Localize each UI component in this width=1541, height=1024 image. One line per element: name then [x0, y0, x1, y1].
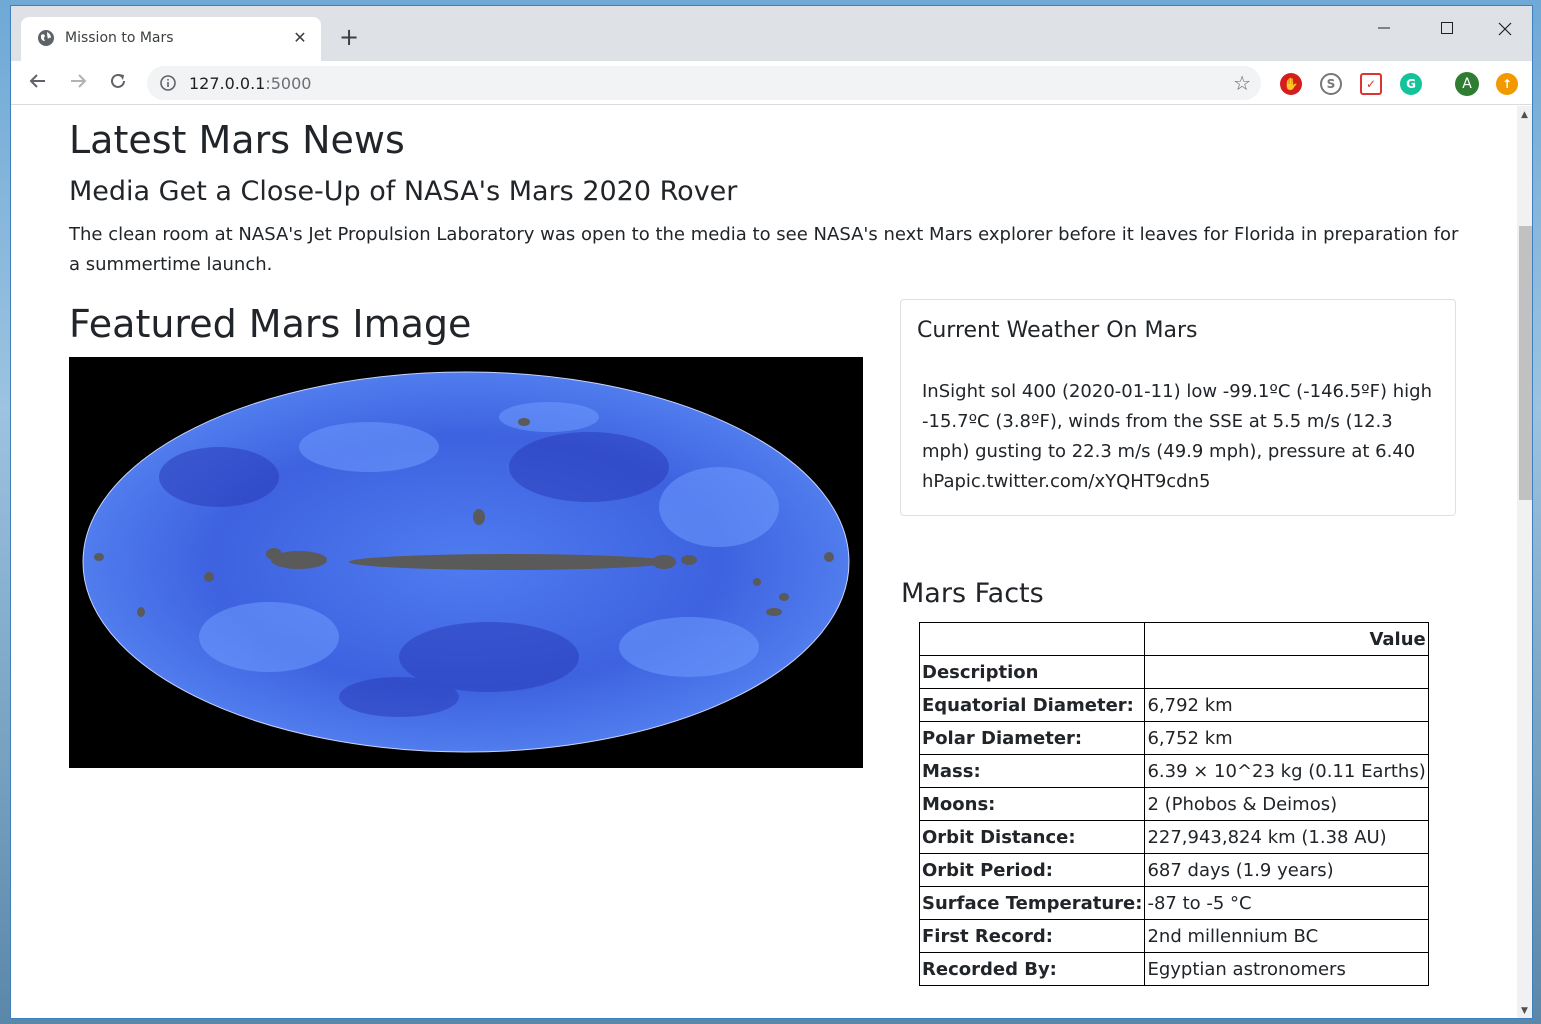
mars-facts-table: Value Description Equatorial Diameter: 6,… [918, 622, 1429, 986]
bookmark-star-icon[interactable]: ☆ [1233, 71, 1251, 95]
table-index-row: Description [918, 655, 1429, 689]
forward-arrow-icon[interactable] [65, 70, 91, 96]
table-row: First Record: 2nd millennium BC [918, 919, 1429, 953]
new-tab-button[interactable]: + [337, 25, 361, 50]
featured-mars-image [69, 357, 863, 768]
fact-value: 6.39 × 10^23 kg (0.11 Earths) [1144, 754, 1429, 788]
table-header-row: Value [918, 622, 1429, 656]
table-row: Surface Temperature: -87 to -5 °C [918, 886, 1429, 920]
weather-title: Current Weather On Mars [917, 318, 1198, 343]
fact-value: 227,943,824 km (1.38 AU) [1144, 820, 1429, 854]
weather-card: Current Weather On Mars InSight sol 400 … [900, 299, 1456, 516]
table-row: Orbit Period: 687 days (1.9 years) [918, 853, 1429, 887]
adblock-extension-icon[interactable]: ✋ [1280, 73, 1302, 95]
table-row: Recorded By: Egyptian astronomers [918, 952, 1429, 986]
news-heading: Latest Mars News [69, 118, 405, 162]
tab-mission-to-mars[interactable]: Mission to Mars ✕ [21, 17, 321, 61]
scroll-down-icon[interactable]: ▼ [1521, 1006, 1528, 1016]
fact-label: Mass: [918, 754, 1146, 788]
news-paragraph: The clean room at NASA's Jet Propulsion … [69, 224, 1459, 275]
close-window-icon[interactable] [1485, 14, 1525, 44]
fact-value: -87 to -5 °C [1144, 886, 1429, 920]
featured-image-heading: Featured Mars Image [69, 302, 472, 346]
index-empty-cell [1144, 655, 1429, 689]
address-bar[interactable]: 127.0.0.1:5000 ☆ [147, 66, 1261, 100]
fact-value: 687 days (1.9 years) [1144, 853, 1429, 887]
url-host: 127.0.0.1 [189, 74, 266, 93]
update-arrow-icon[interactable]: ↑ [1496, 73, 1518, 95]
back-arrow-icon[interactable] [25, 70, 51, 96]
fact-value: Egyptian astronomers [1144, 952, 1429, 986]
fact-label: Equatorial Diameter: [918, 688, 1146, 722]
reload-icon[interactable] [105, 70, 131, 96]
url-text: 127.0.0.1:5000 [189, 74, 311, 93]
fact-label: Orbit Period: [918, 853, 1146, 887]
fact-value: 6,752 km [1144, 721, 1429, 755]
site-info-icon[interactable] [159, 74, 177, 92]
fact-label: Polar Diameter: [918, 721, 1146, 755]
globe-icon [37, 29, 55, 47]
fact-label: Recorded By: [918, 952, 1146, 986]
index-header-cell [918, 622, 1146, 656]
pocket-extension-icon[interactable]: ✓ [1360, 73, 1382, 95]
maximize-icon[interactable] [1427, 14, 1467, 44]
table-row: Moons: 2 (Phobos & Deimos) [918, 787, 1429, 821]
table-row: Mass: 6.39 × 10^23 kg (0.11 Earths) [918, 754, 1429, 788]
tab-strip: Mission to Mars ✕ + [11, 6, 1532, 61]
browser-window: Mission to Mars ✕ + 127.0.0.1:5000 ☆ ✋ S… [10, 5, 1533, 1019]
news-title: Media Get a Close-Up of NASA's Mars 2020… [69, 176, 738, 207]
minimize-icon[interactable] [1364, 14, 1404, 44]
grammarly-extension-icon[interactable]: G [1400, 73, 1422, 95]
url-port: :5000 [265, 74, 312, 93]
weather-text: InSight sol 400 (2020-01-11) low -99.1ºC… [922, 381, 1432, 492]
fact-value: 2nd millennium BC [1144, 919, 1429, 953]
table-row: Orbit Distance: 227,943,824 km (1.38 AU) [918, 820, 1429, 854]
browser-toolbar: 127.0.0.1:5000 ☆ ✋ S ✓ G A ↑ [11, 61, 1532, 105]
fact-value: 2 (Phobos & Deimos) [1144, 787, 1429, 821]
scroll-up-icon[interactable]: ▲ [1521, 110, 1528, 120]
profile-avatar[interactable]: A [1455, 72, 1479, 96]
facts-heading: Mars Facts [901, 578, 1044, 609]
tab-title: Mission to Mars [65, 30, 174, 46]
fact-label: Surface Temperature: [918, 886, 1146, 920]
fact-label: Moons: [918, 787, 1146, 821]
fact-label: First Record: [918, 919, 1146, 953]
fact-value: 6,792 km [1144, 688, 1429, 722]
table-row: Polar Diameter: 6,752 km [918, 721, 1429, 755]
skype-extension-icon[interactable]: S [1320, 73, 1342, 95]
index-name-cell: Description [918, 655, 1146, 689]
page-scrollbar[interactable]: ▲ ▼ [1517, 106, 1532, 1018]
table-row: Equatorial Diameter: 6,792 km [918, 688, 1429, 722]
fact-label: Orbit Distance: [918, 820, 1146, 854]
close-tab-icon[interactable]: ✕ [291, 29, 309, 47]
scrollbar-thumb[interactable] [1519, 226, 1532, 500]
value-header-cell: Value [1144, 622, 1429, 656]
page-viewport: Latest Mars News Media Get a Close-Up of… [11, 106, 1517, 1018]
